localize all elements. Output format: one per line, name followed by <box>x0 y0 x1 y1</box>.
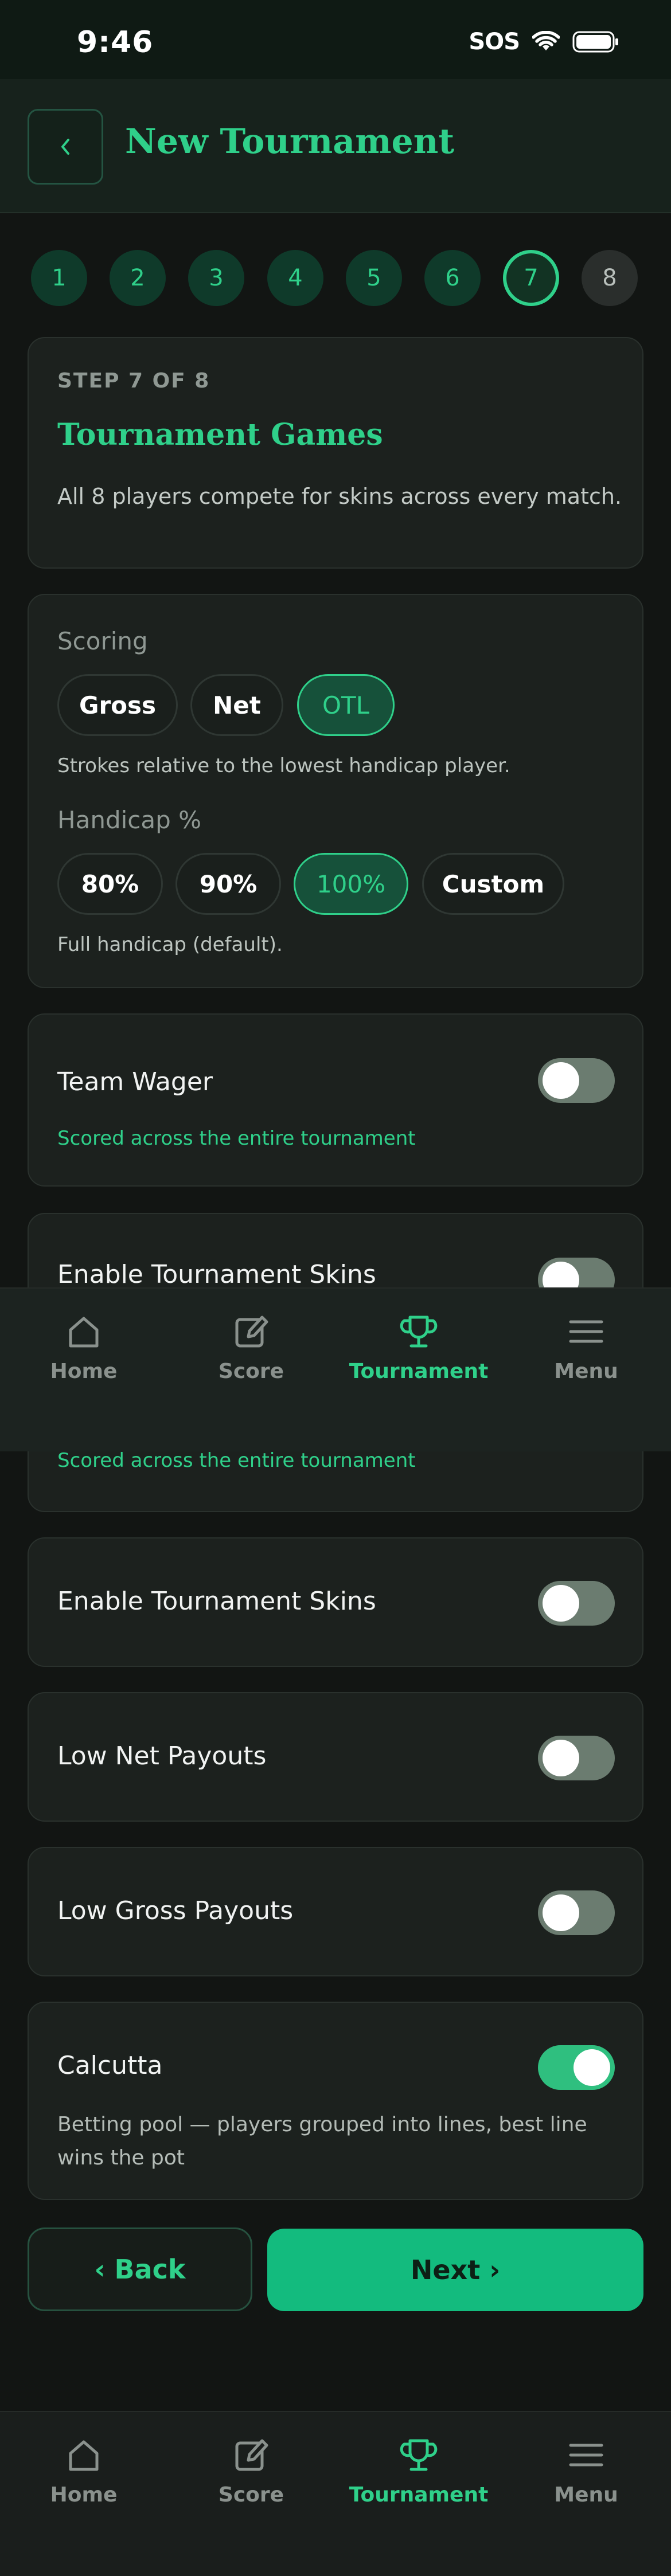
step-6[interactable]: 6 <box>424 250 481 306</box>
step-4[interactable]: 4 <box>267 250 323 306</box>
step-3[interactable]: 3 <box>188 250 244 306</box>
team-wager-sub: Scored across the entire tournament <box>57 1127 416 1150</box>
sos-indicator: SOS <box>469 29 520 55</box>
status-bar: 9:46 SOS <box>0 0 671 79</box>
scoring-label: Scoring <box>57 627 148 655</box>
scoring-option-net[interactable]: Net <box>190 674 283 736</box>
tab-label: Home <box>50 2483 118 2507</box>
handicap-option-custom[interactable]: Custom <box>422 853 564 915</box>
tab-label: Home <box>50 1360 118 1383</box>
team-wager-toggle[interactable] <box>538 1058 615 1103</box>
status-time: 9:46 <box>77 25 154 60</box>
tab-score[interactable]: Score <box>167 2412 335 2527</box>
scoring-hint: Strokes relative to the lowest handicap … <box>57 754 510 777</box>
step-info-card: STEP 7 OF 8 Tournament Games All 8 playe… <box>28 337 643 569</box>
tab-home[interactable]: Home <box>0 2412 167 2527</box>
toggle-knob <box>543 1894 579 1931</box>
trophy-icon <box>400 2439 438 2471</box>
home-icon <box>69 1317 99 1348</box>
step-eyebrow: STEP 7 OF 8 <box>57 369 210 393</box>
calcutta-toggle[interactable] <box>538 2045 615 2090</box>
step-description: All 8 players compete for skins across e… <box>57 484 622 509</box>
tab-label: Tournament <box>349 2483 489 2507</box>
tab-menu[interactable]: Menu <box>502 2412 670 2527</box>
tab-score-overlay[interactable]: Score <box>167 1289 335 1403</box>
handicap-option-90[interactable]: 90% <box>175 853 281 915</box>
app-header: New Tournament <box>0 79 671 213</box>
calcutta-sub: Betting pool — players grouped into line… <box>57 2113 587 2170</box>
scoring-option-otl[interactable]: OTL <box>297 674 395 736</box>
tab-label: Menu <box>554 1360 618 1383</box>
floating-tab-bar: Home Score Tournament Menu <box>0 1287 671 1451</box>
low-net-toggle[interactable] <box>538 1736 615 1780</box>
toggle-knob <box>574 2049 610 2086</box>
tournament-skins-sub-overlay: Scored across the entire tournament <box>57 1449 416 1472</box>
next-button[interactable]: Next › <box>267 2229 643 2311</box>
step-2[interactable]: 2 <box>110 250 166 306</box>
handicap-option-100[interactable]: 100% <box>294 853 408 915</box>
trophy-icon <box>400 1316 438 1348</box>
home-icon <box>69 2440 99 2471</box>
tournament-skins-label: Enable Tournament Skins <box>57 1587 376 1616</box>
step-title: Tournament Games <box>57 417 383 452</box>
tab-tournament-overlay[interactable]: Tournament <box>335 1289 502 1403</box>
low-net-label: Low Net Payouts <box>57 1741 267 1771</box>
tab-menu-overlay[interactable]: Menu <box>502 1289 670 1403</box>
handicap-option-80[interactable]: 80% <box>57 853 163 915</box>
tournament-skins-card: Enable Tournament Skins <box>28 1537 643 1667</box>
team-wager-card: Team Wager Scored across the entire tour… <box>28 1013 643 1187</box>
menu-icon <box>569 2444 603 2467</box>
chevron-left-icon <box>61 139 69 155</box>
tournament-skins-toggle[interactable] <box>538 1581 615 1626</box>
tournament-skins-label-overlay: Enable Tournament Skins <box>57 1260 376 1289</box>
edit-icon <box>235 2439 268 2471</box>
team-wager-label: Team Wager <box>57 1067 213 1097</box>
step-8[interactable]: 8 <box>582 250 638 306</box>
step-1[interactable]: 1 <box>31 250 87 306</box>
tab-label: Score <box>218 2483 284 2507</box>
low-net-card: Low Net Payouts <box>28 1692 643 1822</box>
step-7-current[interactable]: 7 <box>503 250 559 306</box>
low-gross-card: Low Gross Payouts <box>28 1847 643 1976</box>
tab-label: Tournament <box>349 1360 489 1383</box>
toggle-knob <box>543 1585 579 1622</box>
battery-icon <box>572 31 618 53</box>
tab-tournament[interactable]: Tournament <box>335 2412 502 2527</box>
wifi-icon <box>532 31 560 50</box>
calcutta-label: Calcutta <box>57 2051 163 2080</box>
step-indicator: 1 2 3 4 5 6 7 8 <box>0 250 671 307</box>
back-button[interactable]: ‹ Back <box>28 2227 252 2311</box>
low-gross-toggle[interactable] <box>538 1890 615 1935</box>
edit-icon <box>235 1316 268 1348</box>
tab-home-overlay[interactable]: Home <box>0 1289 167 1403</box>
menu-icon <box>569 1320 603 1343</box>
header-back-button[interactable] <box>28 109 103 185</box>
handicap-label: Handicap % <box>57 806 202 834</box>
toggle-knob <box>543 1740 579 1776</box>
step-5[interactable]: 5 <box>346 250 402 306</box>
bottom-tab-bar: Home Score Tournament Menu <box>0 2411 671 2576</box>
low-gross-label: Low Gross Payouts <box>57 1896 294 1925</box>
status-indicators: SOS <box>469 29 619 55</box>
page-title: New Tournament <box>125 122 455 162</box>
calcutta-card: Calcutta Betting pool — players grouped … <box>28 2002 643 2200</box>
handicap-hint: Full handicap (default). <box>57 933 283 956</box>
scoring-option-gross[interactable]: Gross <box>57 674 178 736</box>
scoring-card: Scoring Gross Net OTL Strokes relative t… <box>28 594 643 988</box>
tab-label: Score <box>218 1360 284 1383</box>
tab-label: Menu <box>554 2483 618 2507</box>
toggle-knob <box>543 1062 579 1099</box>
